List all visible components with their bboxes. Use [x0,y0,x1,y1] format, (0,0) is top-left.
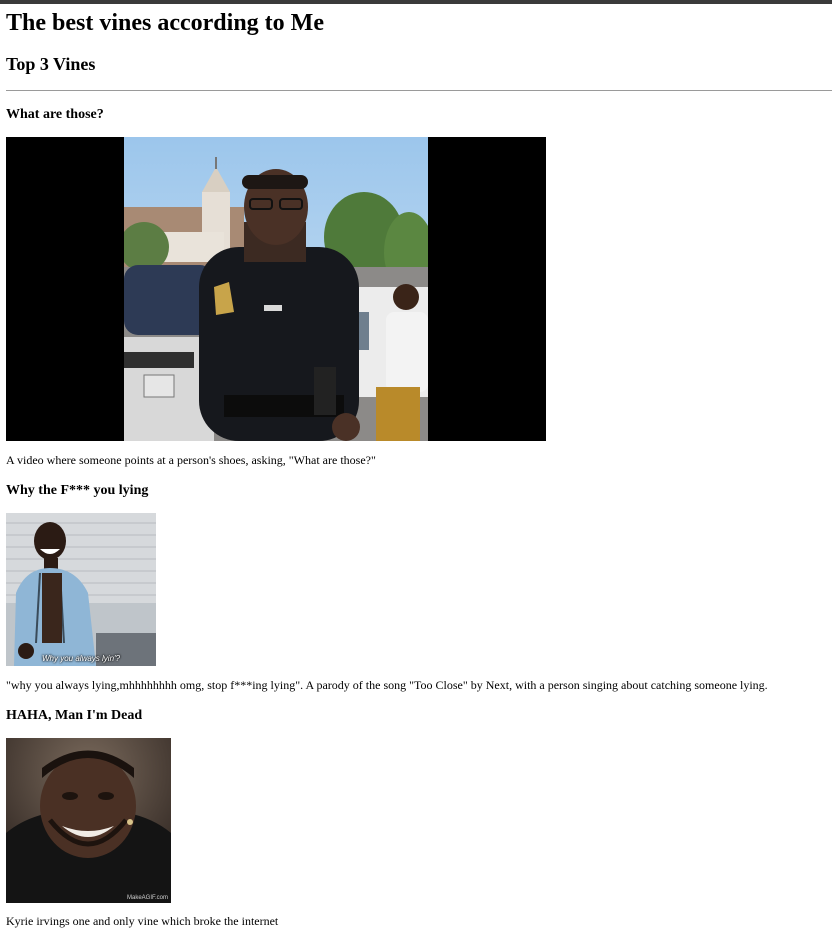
page-subheading: Top 3 Vines [6,54,96,74]
gif-why-you-always-lying: Why you always lyin'? [6,513,156,666]
horizontal-rule [6,90,832,91]
vine-caption-1: A video where someone points at a person… [6,453,376,467]
gif-overlay-text: Why you always lyin'? [42,654,120,663]
page-heading: The best vines according to Me [6,10,324,36]
gif-man-im-dead: MakeAGIF.com [6,738,171,903]
video-frame-police-officer [124,137,428,441]
video-player-what-are-those[interactable] [6,137,546,441]
vine-title-3: HAHA, Man I'm Dead [6,708,143,723]
gif-watermark: MakeAGIF.com [126,895,168,901]
vine-title-2: Why the F*** you lying [6,483,149,498]
vine-caption-3: Kyrie irvings one and only vine which br… [6,914,279,928]
vine-caption-2: "why you always lying,mhhhhhhhh omg, sto… [6,678,768,692]
browser-top-bar [0,0,832,4]
vine-title-1: What are those? [6,107,104,122]
